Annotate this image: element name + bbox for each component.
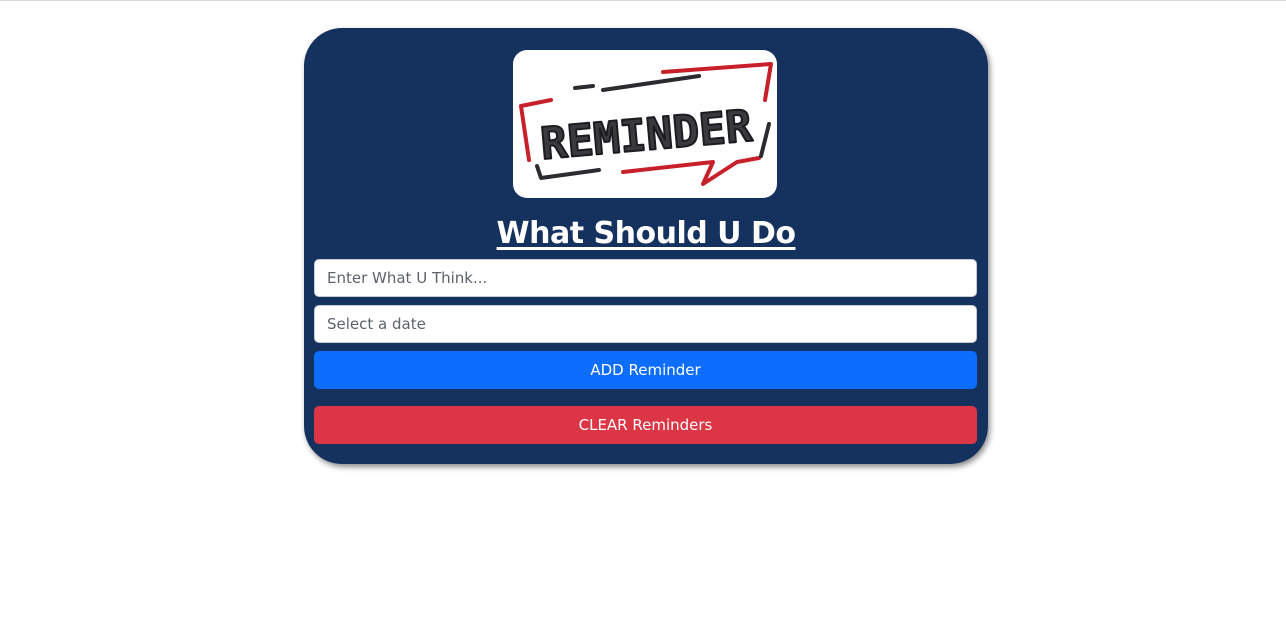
reminder-text-input[interactable] xyxy=(314,259,977,297)
clear-reminders-button[interactable]: CLEAR Reminders xyxy=(314,406,977,444)
reminder-logo: REMINDER REMINDER xyxy=(513,50,777,198)
page-title: What Should U Do xyxy=(496,216,796,251)
reminder-date-input[interactable] xyxy=(314,305,977,343)
reminder-card: REMINDER REMINDER What Should U Do ADD R… xyxy=(304,28,988,464)
reminder-logo-text-fill: REMINDER xyxy=(539,101,755,170)
add-reminder-button[interactable]: ADD Reminder xyxy=(314,351,977,389)
window-top-border xyxy=(0,0,1286,1)
reminder-logo-graphic: REMINDER REMINDER xyxy=(519,62,773,186)
